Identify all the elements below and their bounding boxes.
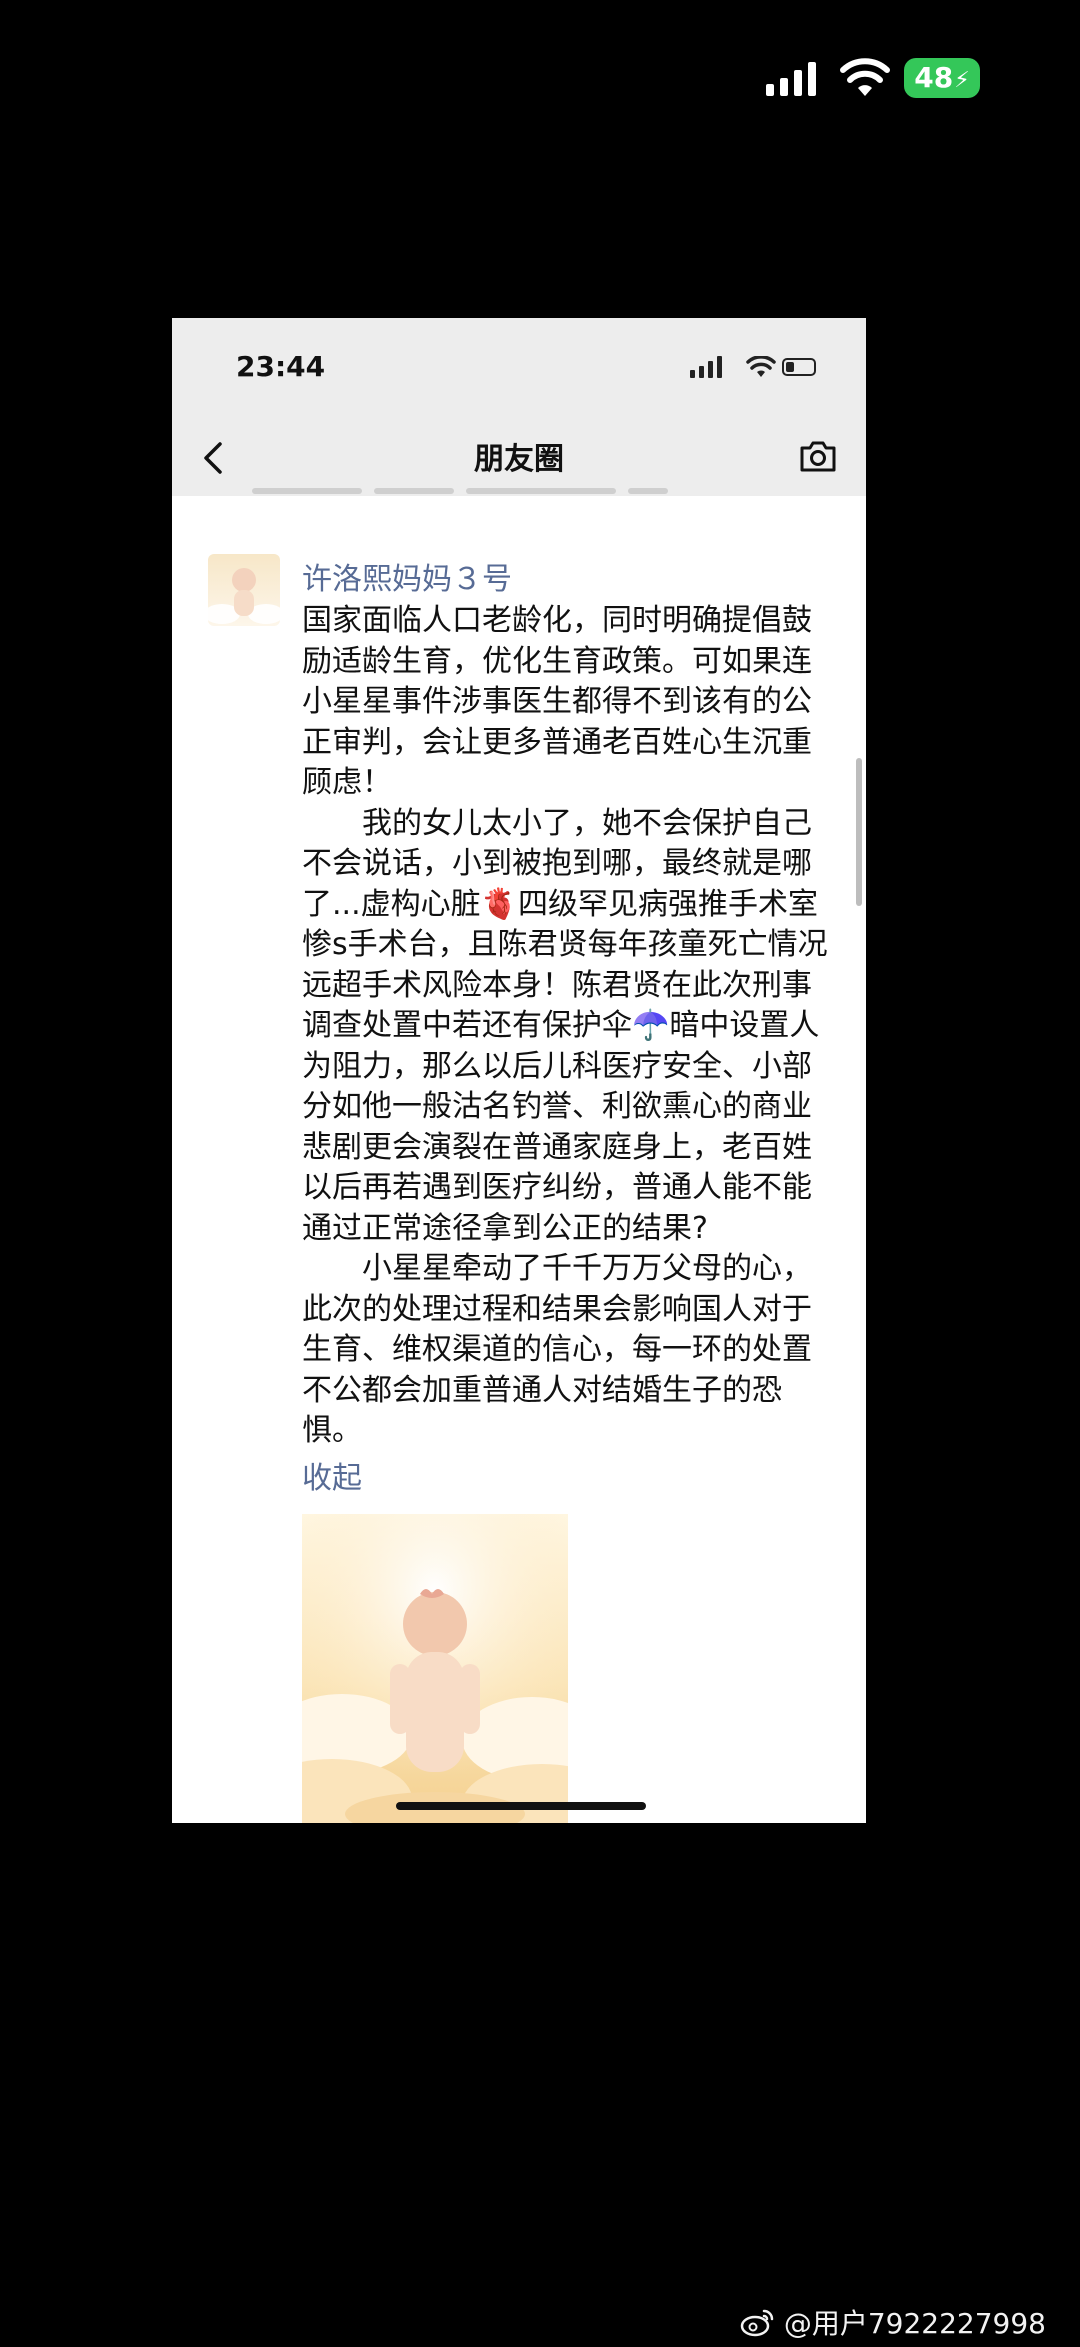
inner-status-time: 23:44 bbox=[236, 350, 326, 383]
cellular-signal-icon bbox=[766, 62, 818, 96]
outer-status-bar: 48⚡ bbox=[0, 0, 1080, 160]
baby-in-clouds-illustration bbox=[302, 1514, 568, 1823]
wifi-icon bbox=[840, 58, 890, 96]
inner-status-icons bbox=[690, 356, 820, 378]
weibo-watermark: @用户7922227998 bbox=[740, 2302, 1046, 2342]
battery-indicator: 48⚡ bbox=[904, 58, 980, 98]
post-paragraph: 小星星牵动了千千万万父母的心，此次的处理过程和结果会影响国人对于生育、维权渠道的… bbox=[302, 1251, 812, 1448]
moments-screenshot: 23:44 朋友圈 许洛熙妈妈３号 国家面临人口老龄化，同时明确提倡鼓励适龄生育… bbox=[172, 318, 866, 1823]
weibo-logo-icon bbox=[740, 2309, 774, 2337]
battery-level: 48 bbox=[914, 61, 954, 94]
inner-wifi-icon bbox=[746, 356, 776, 377]
collapse-link[interactable]: 收起 bbox=[302, 1453, 362, 1497]
previous-post-text-cutoff bbox=[252, 482, 672, 498]
page-title: 朋友圈 bbox=[474, 442, 564, 477]
post-image[interactable] bbox=[302, 1514, 568, 1823]
post-author-name[interactable]: 许洛熙妈妈３号 bbox=[302, 554, 512, 598]
inner-battery-icon bbox=[782, 358, 816, 376]
post-paragraph: 国家面临人口老龄化，同时明确提倡鼓励适龄生育，优化生育政策。可如果连小星星事件涉… bbox=[302, 603, 812, 800]
home-indicator[interactable] bbox=[396, 1802, 646, 1810]
post-content: 国家面临人口老龄化，同时明确提倡鼓励适龄生育，优化生育政策。可如果连小星星事件涉… bbox=[302, 601, 832, 1452]
scrollbar[interactable] bbox=[856, 758, 862, 906]
charging-bolt-icon: ⚡ bbox=[954, 68, 970, 93]
camera-icon[interactable] bbox=[798, 438, 838, 474]
avatar[interactable] bbox=[208, 554, 280, 626]
inner-header: 23:44 朋友圈 bbox=[172, 318, 866, 496]
watermark-username: @用户7922227998 bbox=[783, 2307, 1046, 2340]
post-paragraph: 我的女儿太小了，她不会保护自己不会说话，小到被抱到哪，最终就是哪了...虚构心脏… bbox=[302, 805, 828, 1246]
avatar-baby-illustration bbox=[208, 568, 280, 624]
